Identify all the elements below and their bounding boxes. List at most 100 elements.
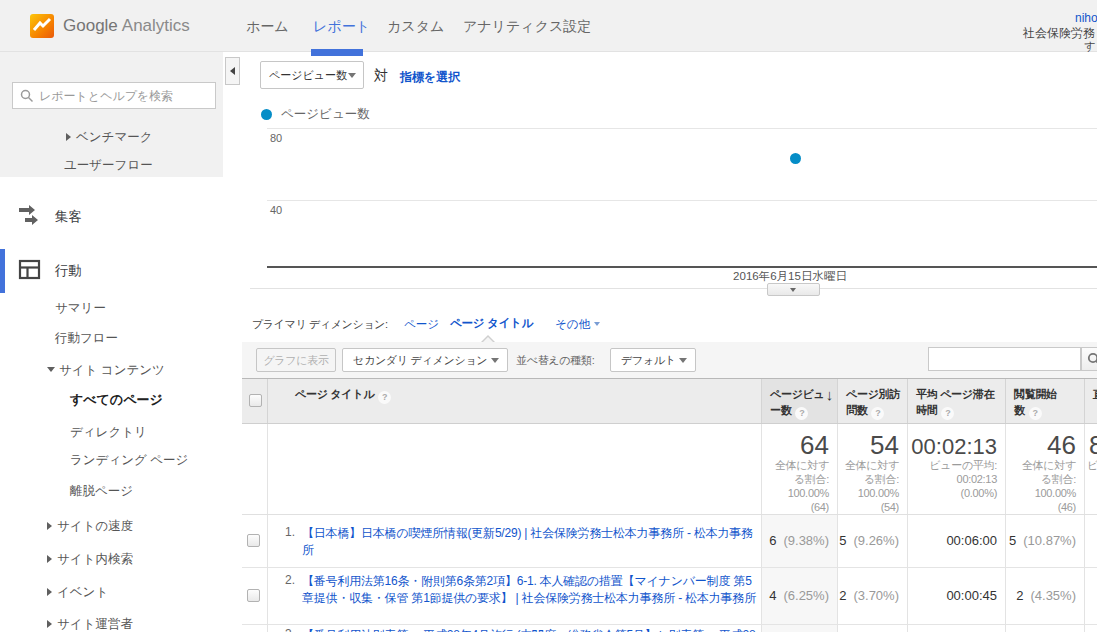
total-time-value: 00:02:13 xyxy=(908,435,1005,458)
total-visits-note: 100.00% xyxy=(838,486,907,500)
help-icon[interactable]: ? xyxy=(941,407,954,420)
total-entrances-note: 全体に対す xyxy=(1006,458,1084,472)
total-bounce-note: ビ xyxy=(1085,458,1097,472)
row-bounce-cell xyxy=(1085,625,1097,632)
chevron-right-icon xyxy=(47,588,52,596)
total-bounce-value: 8 xyxy=(1085,432,1097,458)
header-unique-pageviews[interactable]: ページ別訪問数? xyxy=(838,379,908,423)
dropdown-arrow-icon xyxy=(491,358,499,363)
plot-rows-button[interactable]: グラフに表示 xyxy=(256,348,336,372)
row-avg-time-cell xyxy=(908,625,1006,632)
nav-home[interactable]: ホーム xyxy=(246,0,289,52)
sidebar-item-acquisition[interactable]: 集客 xyxy=(55,208,82,226)
table-totals-row: 64 全体に対す る割合: 100.00% (64) 54 全体に対す る割合:… xyxy=(242,424,1097,515)
row-title-cell: 3. 【番号利用法別表第一 平成28年4月施行 (内閣府・総務省令第5号】と別表… xyxy=(268,625,762,632)
row-checkbox[interactable] xyxy=(247,589,260,602)
row-bounce-cell xyxy=(1085,568,1097,624)
nav-admin[interactable]: アナリティクス設定 xyxy=(463,0,591,52)
metric-selector-dropdown[interactable]: ページビュー数 xyxy=(260,61,364,89)
gridline-40 xyxy=(267,200,1097,201)
totals-entrances: 46 全体に対す る割合: 100.00% (46) xyxy=(1006,424,1085,514)
primary-dimension-label: プライマリ ディメンション: xyxy=(252,317,388,332)
header-entrances[interactable]: 閲覧開始数? xyxy=(1006,379,1085,423)
app-header: GoogleAnalytics ホーム レポート カスタム アナリティクス設定 … xyxy=(0,0,1097,52)
chevron-right-icon xyxy=(47,555,52,563)
vs-label: 対 xyxy=(374,67,388,85)
dimension-page-title-link[interactable]: ページ タイトル xyxy=(450,316,533,331)
help-icon[interactable]: ? xyxy=(1029,407,1042,420)
table-header-row: ページ タイトル? ページビュ↓ー数? ページ別訪問数? 平均 ページ滞在時間?… xyxy=(242,378,1097,424)
row-entrances-cell: 5(10.87%) xyxy=(1006,515,1085,567)
dropdown-arrow-icon xyxy=(348,73,356,78)
gridline-80 xyxy=(267,128,1097,129)
table-search-input[interactable] xyxy=(929,348,1080,370)
row-checkbox[interactable] xyxy=(247,534,260,547)
sidebar-item-behavior-flow[interactable]: 行動フロー xyxy=(55,330,118,347)
total-visits-note: 全体に対す xyxy=(838,458,907,472)
help-icon[interactable]: ? xyxy=(795,407,808,420)
select-metric-link[interactable]: 指標を選択 xyxy=(400,69,460,86)
totals-pageviews: 64 全体に対す る割合: 100.00% (64) xyxy=(762,424,838,514)
sidebar-item-landing-pages[interactable]: ランディング ページ xyxy=(70,452,188,469)
nav-custom[interactable]: カスタム xyxy=(387,0,444,52)
chevron-right-icon xyxy=(66,133,71,141)
sidebar-collapse-button[interactable] xyxy=(225,57,240,85)
google-analytics-logo[interactable]: GoogleAnalytics xyxy=(30,14,190,38)
active-section-bar xyxy=(0,249,5,293)
page-title-link[interactable]: 【番号利用法別表第一 平成28年4月施行 (内閣府・総務省令第5号】と別表第一 … xyxy=(302,627,757,632)
nav-report[interactable]: レポート xyxy=(313,0,370,52)
pages-table: ページ タイトル? ページビュ↓ー数? ページ別訪問数? 平均 ページ滞在時間?… xyxy=(242,378,1097,632)
dropdown-arrow-icon xyxy=(594,322,600,326)
totals-bounce-rate: 8 ビ xyxy=(1085,424,1097,514)
sort-type-dropdown[interactable]: デフォルト xyxy=(610,348,696,372)
header-pageviews[interactable]: ページビュ↓ー数? xyxy=(762,379,838,423)
sidebar-item-all-pages[interactable]: すべてのページ xyxy=(70,391,163,409)
sidebar-item-site-search[interactable]: サイト内検索 xyxy=(47,551,133,568)
expand-down-icon xyxy=(790,288,796,292)
active-tab-underline xyxy=(311,49,363,56)
total-pageviews-note: 100.00% xyxy=(762,486,837,500)
dimension-page-link[interactable]: ページ xyxy=(404,317,439,332)
help-icon[interactable]: ? xyxy=(378,391,391,404)
sidebar-search-box[interactable] xyxy=(12,82,216,109)
table-search-button[interactable] xyxy=(1081,347,1097,371)
sidebar-item-benchmark[interactable]: ベンチマーク xyxy=(66,129,152,146)
row-unique-pageviews-cell: 2(3.70%) xyxy=(838,568,908,624)
page-title-link[interactable]: 【日本橋】日本橋の喫煙所情報(更新5/29) | 社会保険労務士松本力事務所 -… xyxy=(302,525,757,559)
row-title-cell: 2. 【番号利用法第16条・附則第6条第2項】6-1. 本人確認の措置【マイナン… xyxy=(268,568,762,624)
sidebar-item-publisher[interactable]: サイト運営者 xyxy=(47,616,133,632)
totals-title-cell xyxy=(268,424,762,514)
sidebar-item-exit-pages[interactable]: 離脱ページ xyxy=(70,483,133,500)
timeline-expander-button[interactable] xyxy=(767,283,820,296)
dimension-other-dropdown[interactable]: その他 xyxy=(555,317,600,332)
sidebar-item-directory[interactable]: ディレクトリ xyxy=(70,424,147,441)
select-all-checkbox[interactable] xyxy=(249,394,262,407)
sidebar-item-userflow[interactable]: ユーザーフロー xyxy=(64,157,153,174)
table-search-box[interactable] xyxy=(928,347,1081,371)
row-number: 3. xyxy=(285,627,295,632)
total-time-note: 00:02:13 xyxy=(908,472,1005,486)
row-avg-time-cell: 00:06:00 xyxy=(908,515,1006,567)
help-icon[interactable]: ? xyxy=(871,407,884,420)
account-name[interactable]: niho xyxy=(1075,11,1097,25)
row-bounce-cell xyxy=(1085,515,1097,567)
sidebar-item-events[interactable]: イベント xyxy=(47,584,108,601)
total-visits-value: 54 xyxy=(838,432,907,458)
sidebar-item-site-content[interactable]: サイト コンテンツ xyxy=(47,362,165,379)
row-entrances-cell xyxy=(1006,625,1085,632)
header-page-title[interactable]: ページ タイトル? xyxy=(268,379,762,423)
chevron-right-icon xyxy=(47,522,52,530)
row-checkbox-cell xyxy=(242,515,268,567)
table-row: 3. 【番号利用法別表第一 平成28年4月施行 (内閣府・総務省令第5号】と別表… xyxy=(242,625,1097,632)
header-avg-time[interactable]: 平均 ページ滞在時間? xyxy=(908,379,1006,423)
sidebar-item-behavior[interactable]: 行動 xyxy=(55,262,82,280)
total-time-note: (0.00%) xyxy=(908,486,1005,500)
secondary-dimension-button[interactable]: セカンダリ ディメンション xyxy=(342,348,508,372)
sidebar-item-summary[interactable]: サマリー xyxy=(55,300,106,317)
row-number: 1. xyxy=(285,525,295,539)
data-point[interactable] xyxy=(790,153,801,164)
sidebar-item-site-speed[interactable]: サイトの速度 xyxy=(47,518,133,535)
header-bounce-rate[interactable]: 直 xyxy=(1085,379,1097,423)
sidebar-search-input[interactable] xyxy=(39,84,211,107)
page-title-link[interactable]: 【番号利用法第16条・附則第6条第2項】6-1. 本人確認の措置【マイナンバー制… xyxy=(302,573,757,607)
